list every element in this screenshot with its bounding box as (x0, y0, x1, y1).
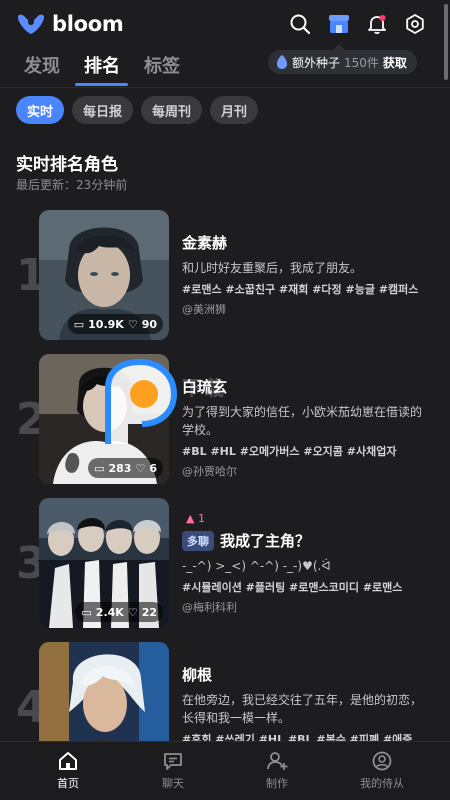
comment-count: 10.9K (88, 317, 124, 331)
last-updated: 最后更新：23分钟前 (16, 178, 128, 192)
character-tags: #로맨스 #소꿉친구 #재회 #다정 #능글 #캠퍼스 (182, 283, 419, 296)
profile-icon (372, 751, 392, 771)
active-tab-indicator (75, 83, 128, 86)
chat-icon (164, 753, 182, 770)
character-tags: #시뮬레이션 #플러팅 #로맨스코미디 #로맨스 (182, 581, 403, 594)
watermark-logo (100, 358, 180, 448)
character-name: 多聊 我成了主角？ (182, 530, 432, 551)
filter-daily[interactable]: 每日报 (72, 96, 134, 124)
top-bar: bloom (0, 0, 450, 48)
seed-pill-action[interactable]: 获取 (383, 54, 407, 71)
multi-chat-badge: 多聊 (182, 530, 214, 551)
tab-tags[interactable]: 标签 (144, 52, 180, 84)
character-name: 金素赫 (182, 232, 432, 253)
rank-change: ▲ 1 (186, 512, 205, 525)
character-author[interactable]: @孙贾哈尔 (182, 463, 432, 479)
character-name-text: 柳根 (182, 666, 213, 684)
bell-icon[interactable] (365, 12, 389, 36)
tab-ranking[interactable]: 排名 (84, 52, 120, 84)
filter-weekly[interactable]: 每周刊 (141, 96, 203, 124)
character-description: 和儿时好友重聚后，我成了朋友。 (182, 261, 363, 275)
like-count: 6 (149, 461, 157, 475)
character-info: 多聊 我成了主角？ -_-^) >_<) ^-^) -_-)♥(.ᐛ #시뮬레이… (182, 530, 432, 615)
character-thumbnail[interactable]: ▭ 2.4K ♡ 22 (39, 498, 169, 628)
nav-create[interactable]: 制作 (237, 750, 317, 791)
seed-pill-count: 150件 (344, 55, 379, 70)
comment-count: 283 (108, 461, 132, 475)
character-thumbnail[interactable]: ▭ 10.9K ♡ 90 (39, 210, 169, 340)
settings-icon[interactable] (403, 12, 427, 36)
comment-count: 2.4K (95, 605, 124, 619)
nav-home-label: 首页 (57, 777, 79, 790)
character-name: 柳根 (182, 664, 432, 685)
filter-realtime[interactable]: 实时 (16, 96, 65, 124)
character-name-text: 我成了主角？ (220, 532, 311, 550)
nav-chat[interactable]: 聊天 (133, 750, 213, 791)
character-author[interactable]: @美洲狮 (182, 301, 432, 317)
app-screen: bloom 发现 排名 标签 额外种子 150件 获取 实时 每日报 每周刊 月… (0, 0, 450, 800)
logo-text: bloom (52, 12, 124, 36)
store-icon[interactable] (327, 12, 351, 36)
rank-item[interactable]: 1 ▭ 10.9K ♡ 90 金素赫 和儿时好友重聚后，我成了朋友。 #로맨스 … (0, 210, 450, 340)
thumbnail-stats: ▭ 10.9K ♡ 90 (67, 314, 163, 334)
search-icon[interactable] (288, 12, 312, 36)
nav-chat-label: 聊天 (162, 777, 184, 790)
character-info: 柳根 在他旁边，我已经交往了五年，是他的初恋，长得和我一模一样。 #후회 #쓰레… (182, 664, 432, 751)
rank-change-value: 1 (197, 512, 205, 525)
character-description: 在他旁边，我已经交往了五年，是他的初恋，长得和我一模一样。 (182, 693, 423, 725)
bottom-navigation: 首页 聊天 制作 我的侍从 (0, 741, 450, 800)
period-filters: 实时 每日报 每周刊 月刊 (16, 96, 259, 124)
comment-icon: ▭ (73, 317, 85, 331)
extra-seeds-pill[interactable]: 额外种子 150件 获取 (268, 50, 417, 74)
character-info: 金素赫 和儿时好友重聚后，我成了朋友。 #로맨스 #소꿉친구 #재회 #다정 #… (182, 232, 432, 317)
section-title: 实时排名角色 (16, 155, 118, 175)
character-name-text: 金素赫 (182, 234, 228, 252)
character-description: -_-^) >_<) ^-^) -_-)♥(.ᐛ (182, 559, 331, 573)
character-description: 为了得到大家的信任，小欧米茄幼崽在借读的学校。 (182, 405, 423, 437)
bloom-logo-icon (16, 13, 46, 35)
character-author[interactable]: @梅利科利 (182, 599, 432, 615)
rank-up-icon: ▲ (186, 512, 195, 525)
seed-pill-label: 额外种子 (292, 55, 341, 70)
seed-icon (277, 55, 287, 69)
heart-icon: ♡ (127, 605, 138, 619)
filter-monthly[interactable]: 月刊 (210, 96, 259, 124)
character-tags: #BL #HL #오메가버스 #오지콤 #사채업자 (182, 445, 397, 458)
heart-icon: ♡ (127, 317, 138, 331)
add-person-icon (267, 752, 288, 770)
watermark-text: 下载 (182, 376, 226, 400)
nav-create-label: 制作 (266, 777, 288, 790)
comment-icon: ▭ (94, 461, 105, 475)
scrollbar[interactable] (444, 4, 448, 80)
heart-icon: ♡ (135, 461, 146, 475)
nav-home[interactable]: 首页 (28, 750, 108, 791)
like-count: 90 (141, 317, 157, 331)
thumbnail-stats: ▭ 283 ♡ 6 (88, 458, 163, 478)
tab-discover[interactable]: 发现 (24, 52, 60, 84)
nav-my-servants-label: 我的侍从 (360, 777, 404, 790)
like-count: 22 (141, 605, 157, 619)
nav-my-servants[interactable]: 我的侍从 (342, 750, 422, 791)
rank-item[interactable]: 3 ▭ 2.4K ♡ 22 ▲ 1 多聊 我成了主角？ -_-^) >_<) ^… (0, 498, 450, 628)
thumbnail-stats: ▭ 2.4K ♡ 22 (75, 602, 163, 622)
comment-icon: ▭ (81, 605, 92, 619)
logo[interactable]: bloom (16, 12, 124, 36)
home-icon (59, 752, 77, 770)
